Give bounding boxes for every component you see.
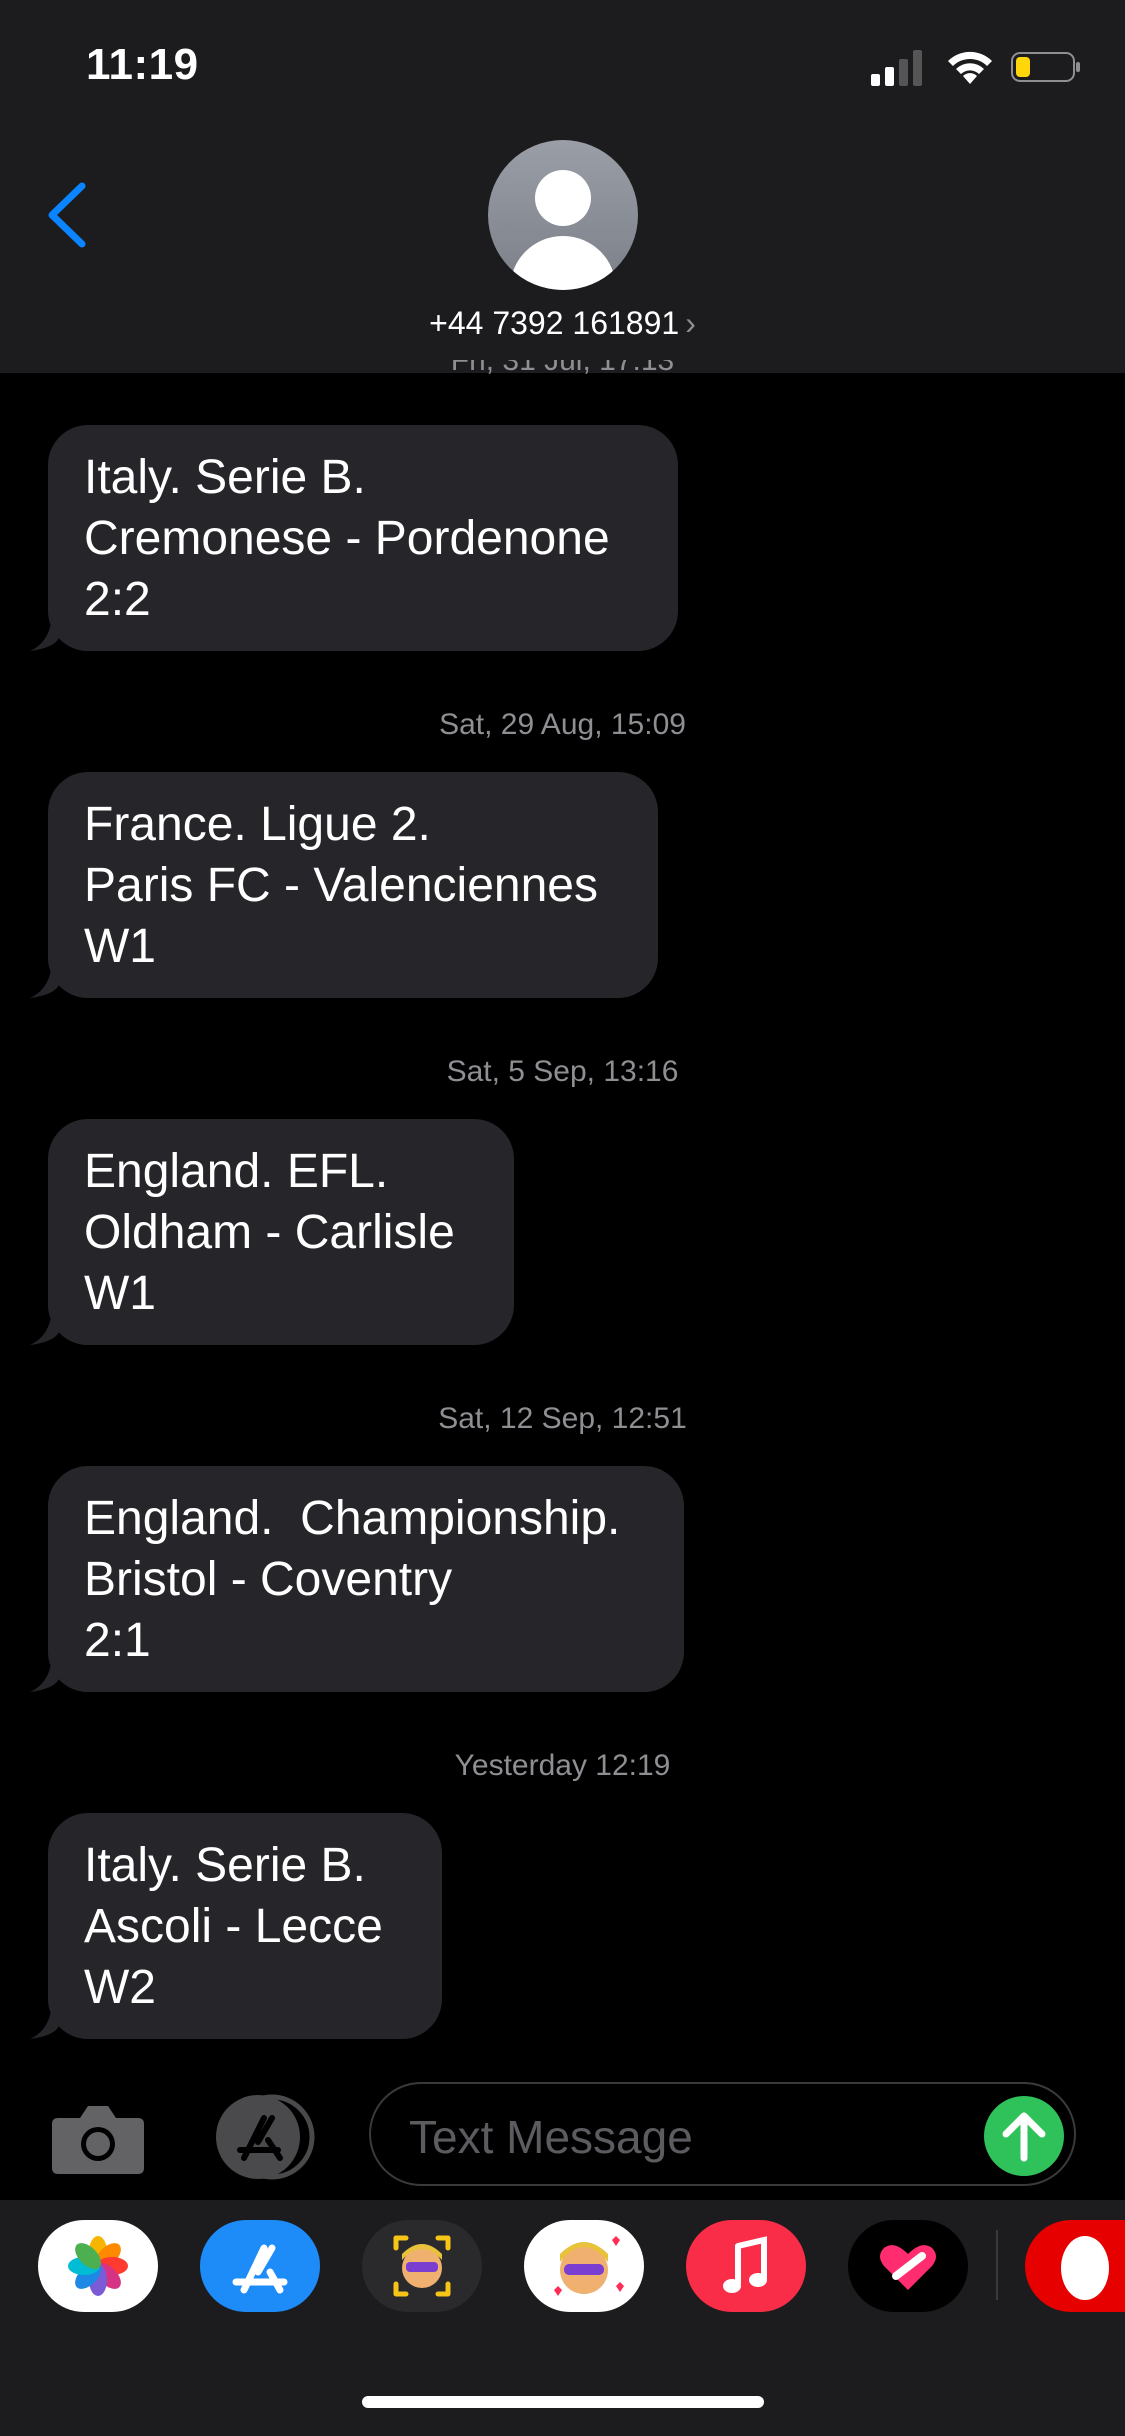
message-bubble[interactable]: Italy. Serie B. Cremonese - Pordenone 2:…: [30, 425, 678, 651]
music-app-icon[interactable]: [686, 2220, 806, 2312]
message-input[interactable]: Text Message: [369, 2082, 1076, 2186]
wifi-icon: [948, 51, 992, 84]
contact-avatar[interactable]: [488, 140, 638, 290]
contact-name-button[interactable]: +44 7392 161891 ›: [0, 305, 1125, 342]
message-line: Cremonese - Pordenone: [84, 512, 610, 565]
message-bubble[interactable]: Italy. Serie B. Ascoli - Lecce W2: [30, 1813, 442, 2039]
message-line: Bristol - Coventry: [84, 1553, 453, 1606]
avatar-body: [510, 236, 616, 290]
timestamp: Sat, 29 Aug, 15:09: [439, 708, 686, 741]
digital-touch-icon[interactable]: [848, 2220, 968, 2312]
app-store-drawer-icon[interactable]: [210, 2094, 320, 2180]
timestamp: Yesterday 12:19: [454, 1749, 671, 1782]
message-input-placeholder: Text Message: [409, 2111, 693, 2163]
cellular-signal-icon: [871, 50, 922, 86]
message-line: W2: [84, 1961, 156, 2014]
conversation-header: 11:19 +44 7392 161891 ›: [0, 0, 1125, 373]
drawer-divider: [996, 2230, 998, 2300]
message-line: Oldham - Carlisle: [84, 1206, 455, 1259]
timestamp: Fri, 31 Jul, 17:13: [0, 360, 1125, 392]
message-line: 2:2: [84, 573, 151, 626]
message-line: W1: [84, 920, 156, 973]
message-line: England. Championship.: [84, 1492, 621, 1545]
battery-icon: [1011, 52, 1080, 82]
composer-bar: Text Message: [0, 2060, 1125, 2200]
message-line: England. EFL.: [84, 1145, 389, 1198]
memoji-stickers-icon[interactable]: [524, 2220, 644, 2312]
message-line: France. Ligue 2.: [84, 798, 431, 851]
message-bubble[interactable]: France. Ligue 2. Paris FC - Valenciennes…: [30, 772, 658, 998]
message-bubble[interactable]: England. Championship. Bristol - Coventr…: [30, 1466, 684, 1692]
message-line: Paris FC - Valenciennes: [84, 859, 598, 912]
arrow-up-icon: [1002, 2112, 1046, 2162]
camera-icon[interactable]: [50, 2100, 146, 2176]
avatar-head: [535, 170, 591, 226]
contact-number: +44 7392 161891: [429, 305, 680, 341]
memoji-app-icon[interactable]: [362, 2220, 482, 2312]
message-bubble[interactable]: England. EFL. Oldham - Carlisle W1: [30, 1119, 514, 1345]
message-line: Italy. Serie B.: [84, 1839, 366, 1892]
extra-app-icon[interactable]: [1025, 2220, 1125, 2312]
timestamp-text: Fri, 31 Jul, 17:13: [450, 360, 675, 377]
chevron-right-icon: ›: [685, 305, 696, 341]
photos-app-icon[interactable]: [38, 2220, 158, 2312]
back-chevron-icon[interactable]: [42, 180, 92, 250]
bubble-tail: [30, 1999, 60, 2039]
timestamp: Sat, 5 Sep, 13:16: [446, 1055, 679, 1088]
home-indicator[interactable]: [362, 2396, 764, 2408]
message-line: Italy. Serie B.: [84, 451, 366, 504]
bubble-tail: [30, 958, 60, 998]
bubble-tail: [30, 1305, 60, 1345]
send-button[interactable]: [984, 2096, 1064, 2176]
message-line: 2:1: [84, 1614, 151, 1667]
timestamp: Sat, 12 Sep, 12:51: [438, 1402, 687, 1435]
status-time: 11:19: [86, 40, 199, 89]
app-store-icon[interactable]: [200, 2220, 320, 2312]
status-icons: [871, 46, 1081, 86]
bubble-tail: [30, 1652, 60, 1692]
bubble-tail: [30, 611, 60, 651]
message-line: W1: [84, 1267, 156, 1320]
message-line: Ascoli - Lecce: [84, 1900, 383, 1953]
